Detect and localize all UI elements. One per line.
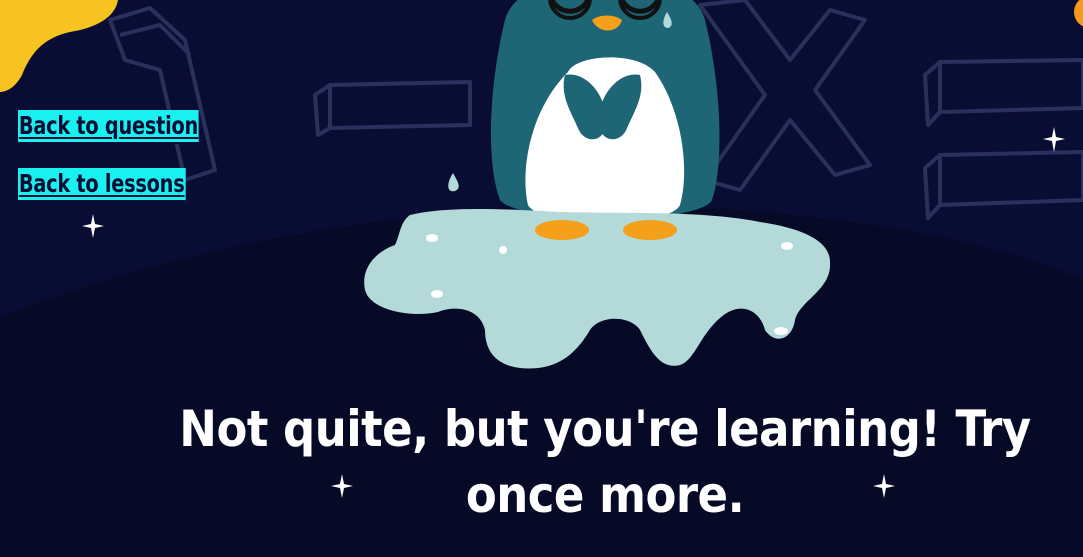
sparkle-icon: [1043, 127, 1065, 152]
sad-penguin: [490, 0, 720, 223]
teardrop-icon: [448, 173, 459, 192]
back-to-lessons-link[interactable]: Back to lessons: [18, 168, 186, 202]
feedback-screen: Back to question Back to lessons Not qui…: [0, 0, 1083, 557]
feedback-message: Not quite, but you're learning! Try once…: [179, 400, 1031, 524]
penguin-foot-right: [623, 220, 677, 240]
accent-dot: [1074, 0, 1083, 27]
accent-blob: [0, 0, 118, 92]
penguin-foot-left: [535, 220, 589, 240]
sparkle-icon: [82, 214, 104, 238]
back-to-question-link[interactable]: Back to question: [18, 110, 199, 144]
